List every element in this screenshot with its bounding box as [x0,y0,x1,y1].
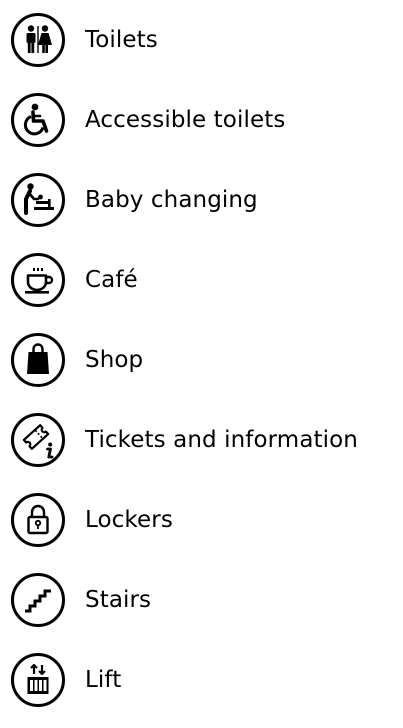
legend-label-baby-changing: Baby changing [85,186,258,213]
accessible-toilets-icon [10,92,66,148]
baby-changing-icon [10,172,66,228]
legend-label-stairs: Stairs [85,586,152,613]
toilets-icon [10,12,66,68]
legend-label-tickets-information: Tickets and information [85,426,358,453]
legend-item-baby-changing: Baby changing [10,172,258,228]
legend-label-lockers: Lockers [85,506,173,533]
legend-label-shop: Shop [85,346,144,373]
tickets-information-icon [10,412,66,468]
legend-label-cafe: Café [85,266,138,293]
legend-item-lockers: Lockers [10,492,173,548]
cafe-icon [10,252,66,308]
facilities-legend: Toilets Accessible toilets Baby changing… [0,0,403,728]
lockers-icon [10,492,66,548]
legend-item-shop: Shop [10,332,143,388]
legend-label-toilets: Toilets [85,26,158,53]
legend-item-lift: Lift [10,652,121,708]
stairs-icon [10,572,66,628]
legend-item-stairs: Stairs [10,572,151,628]
legend-item-accessible-toilets: Accessible toilets [10,92,285,148]
legend-item-tickets-information: Tickets and information [10,412,358,468]
legend-label-accessible-toilets: Accessible toilets [85,106,286,133]
legend-label-lift: Lift [85,666,122,693]
legend-item-toilets: Toilets [10,12,158,68]
lift-icon [10,652,66,708]
legend-item-cafe: Café [10,252,138,308]
shop-icon [10,332,66,388]
